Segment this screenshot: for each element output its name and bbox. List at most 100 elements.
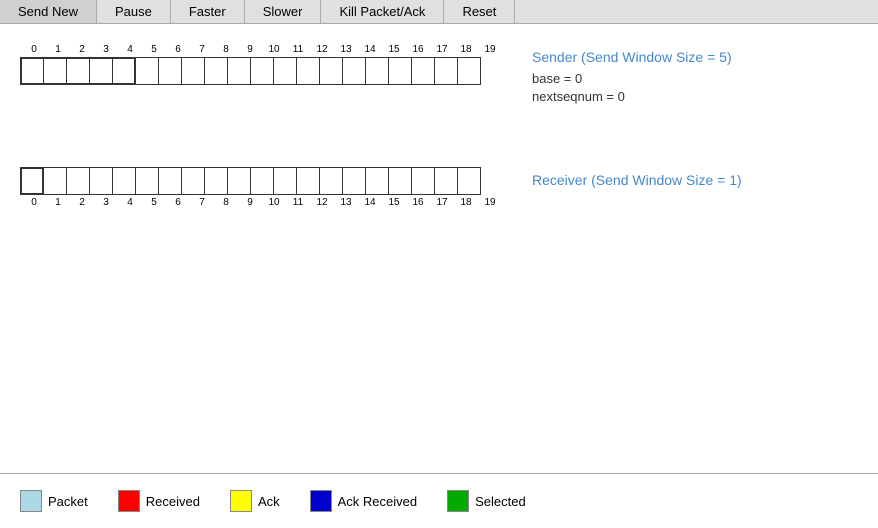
receiver-seq-num-1: 1 (46, 197, 70, 208)
receiver-seq-num-16: 16 (406, 197, 430, 208)
sender-seq-num-13: 13 (334, 44, 358, 55)
receiver-packet-16[interactable] (388, 167, 412, 195)
sender-seq-num-7: 7 (190, 44, 214, 55)
receiver-packet-2[interactable] (66, 167, 90, 195)
sender-packet-10[interactable] (250, 57, 274, 85)
legend-label-4: Selected (475, 494, 526, 509)
sender-packet-18[interactable] (434, 57, 458, 85)
sender-seq-num-1: 1 (46, 44, 70, 55)
sender-seq-numbers: 012345678910111213141516171819 (20, 44, 502, 55)
receiver-seq-num-0: 0 (22, 197, 46, 208)
receiver-packet-19[interactable] (457, 167, 481, 195)
receiver-seq-num-8: 8 (214, 197, 238, 208)
receiver-packet-18[interactable] (434, 167, 458, 195)
sender-seq-num-17: 17 (430, 44, 454, 55)
sender-packet-0[interactable] (20, 57, 44, 85)
sender-packet-6[interactable] (158, 57, 182, 85)
receiver-seq-num-2: 2 (70, 197, 94, 208)
sender-packet-19[interactable] (457, 57, 481, 85)
legend: PacketReceivedAckAck ReceivedSelected (0, 473, 878, 528)
sender-packet-1[interactable] (43, 57, 67, 85)
receiver-packets (20, 167, 502, 195)
receiver-seq-num-18: 18 (454, 197, 478, 208)
sender-seq-num-16: 16 (406, 44, 430, 55)
receiver-seq-num-19: 19 (478, 197, 502, 208)
receiver-packet-7[interactable] (181, 167, 205, 195)
receiver-packet-10[interactable] (250, 167, 274, 195)
receiver-title: Receiver (Send Window Size = 1) (532, 172, 742, 188)
sender-packets (20, 57, 502, 85)
sender-seq-num-5: 5 (142, 44, 166, 55)
receiver-packet-9[interactable] (227, 167, 251, 195)
receiver-seq-num-17: 17 (430, 197, 454, 208)
receiver-packet-8[interactable] (204, 167, 228, 195)
sender-packet-16[interactable] (388, 57, 412, 85)
legend-item-2: Ack (230, 490, 280, 512)
sender-packet-3[interactable] (89, 57, 113, 85)
sender-seq-num-10: 10 (262, 44, 286, 55)
sender-packet-14[interactable] (342, 57, 366, 85)
receiver-packet-6[interactable] (158, 167, 182, 195)
sender-title: Sender (Send Window Size = 5) (532, 49, 732, 65)
receiver-packet-13[interactable] (319, 167, 343, 195)
receiver-packet-17[interactable] (411, 167, 435, 195)
sender-packet-7[interactable] (181, 57, 205, 85)
sender-seq-num-12: 12 (310, 44, 334, 55)
sender-packet-9[interactable] (227, 57, 251, 85)
sender-packet-12[interactable] (296, 57, 320, 85)
receiver-seq-num-3: 3 (94, 197, 118, 208)
receiver-info: Receiver (Send Window Size = 1) (532, 167, 742, 194)
main-content: 012345678910111213141516171819 Sender (S… (0, 24, 878, 218)
receiver-seq-num-10: 10 (262, 197, 286, 208)
receiver-packet-14[interactable] (342, 167, 366, 195)
receiver-seq-num-13: 13 (334, 197, 358, 208)
reset-button[interactable]: Reset (444, 0, 515, 23)
legend-box-1 (118, 490, 140, 512)
sender-seq-num-3: 3 (94, 44, 118, 55)
slower-button[interactable]: Slower (245, 0, 322, 23)
sender-seq-num-15: 15 (382, 44, 406, 55)
sender-packet-4[interactable] (112, 57, 136, 85)
receiver-seq-num-9: 9 (238, 197, 262, 208)
sender-packet-17[interactable] (411, 57, 435, 85)
sender-section: 012345678910111213141516171819 Sender (S… (20, 44, 858, 107)
receiver-seq-num-4: 4 (118, 197, 142, 208)
receiver-packet-15[interactable] (365, 167, 389, 195)
legend-label-1: Received (146, 494, 200, 509)
sender-packet-5[interactable] (135, 57, 159, 85)
kill-packet-ack-button[interactable]: Kill Packet/Ack (321, 0, 444, 23)
receiver-packet-5[interactable] (135, 167, 159, 195)
legend-label-3: Ack Received (338, 494, 417, 509)
receiver-packet-4[interactable] (112, 167, 136, 195)
receiver-window-area: 012345678910111213141516171819 (20, 167, 502, 208)
sender-seq-num-19: 19 (478, 44, 502, 55)
legend-box-2 (230, 490, 252, 512)
legend-item-1: Received (118, 490, 200, 512)
sender-packet-2[interactable] (66, 57, 90, 85)
receiver-seq-num-14: 14 (358, 197, 382, 208)
legend-item-4: Selected (447, 490, 526, 512)
receiver-section: 012345678910111213141516171819 Receiver … (20, 167, 858, 208)
receiver-packet-11[interactable] (273, 167, 297, 195)
sender-packet-8[interactable] (204, 57, 228, 85)
faster-button[interactable]: Faster (171, 0, 245, 23)
sender-packet-15[interactable] (365, 57, 389, 85)
sender-seq-num-0: 0 (22, 44, 46, 55)
legend-box-4 (447, 490, 469, 512)
receiver-packet-12[interactable] (296, 167, 320, 195)
receiver-seq-num-6: 6 (166, 197, 190, 208)
receiver-packet-1[interactable] (43, 167, 67, 195)
toolbar: Send New Pause Faster Slower Kill Packet… (0, 0, 878, 24)
receiver-packet-3[interactable] (89, 167, 113, 195)
legend-box-3 (310, 490, 332, 512)
sender-info: Sender (Send Window Size = 5) base = 0 n… (532, 44, 732, 107)
receiver-seq-num-12: 12 (310, 197, 334, 208)
sender-packet-11[interactable] (273, 57, 297, 85)
sender-packet-13[interactable] (319, 57, 343, 85)
sender-seq-num-4: 4 (118, 44, 142, 55)
sender-seq-num-9: 9 (238, 44, 262, 55)
pause-button[interactable]: Pause (97, 0, 171, 23)
receiver-packet-0[interactable] (20, 167, 44, 195)
legend-item-3: Ack Received (310, 490, 417, 512)
send-new-button[interactable]: Send New (0, 0, 97, 23)
